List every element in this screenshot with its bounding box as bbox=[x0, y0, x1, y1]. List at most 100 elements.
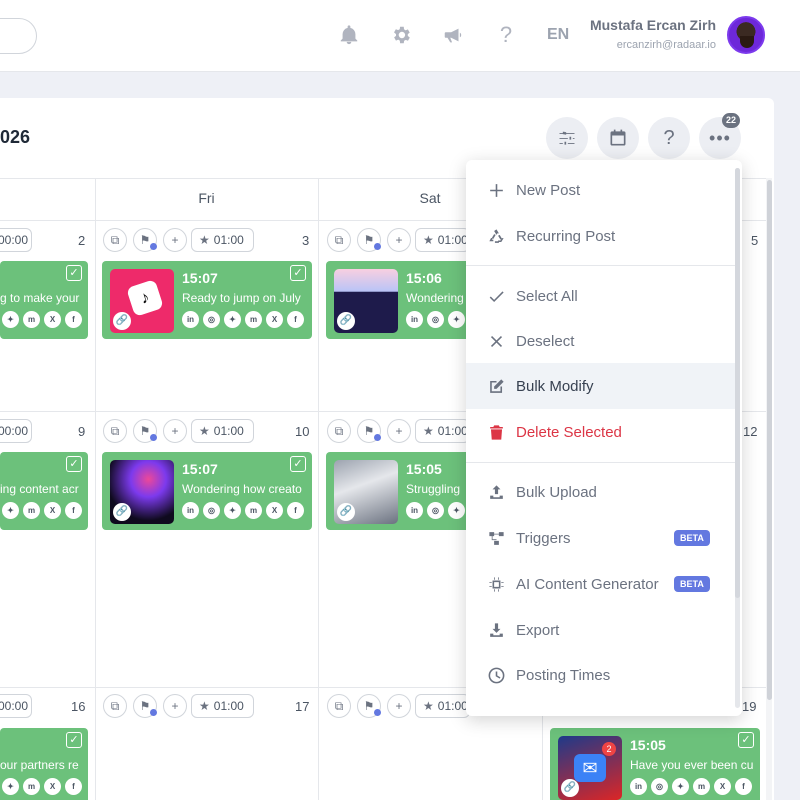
filter-button[interactable] bbox=[546, 117, 588, 159]
calendar-button[interactable] bbox=[597, 117, 639, 159]
status-dot bbox=[374, 434, 381, 441]
posting-time-button[interactable]: ★ 01:00 bbox=[415, 419, 470, 443]
posting-time-button[interactable]: 00:00 bbox=[0, 694, 32, 718]
actions-menu: New Post Recurring Post Select All Desel… bbox=[466, 160, 742, 716]
link-icon: 🔗 bbox=[337, 503, 355, 521]
user-email: ercanzirh@radaar.io bbox=[616, 39, 716, 51]
post-card[interactable]: 🔗 15:05 Struggling in ◎ ✦ bbox=[326, 452, 476, 530]
copy-button[interactable]: ⧉ bbox=[327, 419, 351, 443]
menu-label: Bulk Modify bbox=[516, 377, 594, 395]
time-label: 01:00 bbox=[213, 233, 244, 247]
instagram-icon: ◎ bbox=[203, 311, 220, 328]
star-icon: ★ bbox=[423, 424, 434, 438]
post-time: 15:05 bbox=[406, 461, 442, 477]
check-icon bbox=[486, 286, 506, 306]
bell-icon[interactable] bbox=[336, 22, 362, 48]
menu-item-bulk-modify[interactable]: Bulk Modify bbox=[466, 363, 736, 409]
posting-time-button[interactable]: ★ 01:00 bbox=[191, 228, 254, 252]
posting-time-button[interactable]: ★ 01:00 bbox=[415, 228, 470, 252]
menu-label: Recurring Post bbox=[516, 227, 616, 245]
menu-item-triggers[interactable]: Triggers BETA bbox=[466, 515, 736, 561]
day-number: 12 bbox=[743, 424, 758, 439]
select-checkbox[interactable]: ✓ bbox=[738, 732, 754, 748]
select-checkbox[interactable]: ✓ bbox=[290, 265, 306, 281]
language-selector[interactable]: EN bbox=[547, 26, 569, 44]
trash-icon bbox=[486, 422, 506, 442]
select-checkbox[interactable]: ✓ bbox=[290, 456, 306, 472]
select-checkbox[interactable]: ✓ bbox=[66, 456, 82, 472]
copy-button[interactable]: ⧉ bbox=[327, 694, 351, 718]
link-icon: 🔗 bbox=[337, 312, 355, 330]
menu-item-delete-selected[interactable]: Delete Selected bbox=[466, 409, 736, 455]
link-icon: 🔗 bbox=[113, 503, 131, 521]
search-input[interactable] bbox=[0, 18, 37, 54]
question-icon[interactable]: ? bbox=[493, 22, 519, 48]
post-text: Have you ever been cu bbox=[630, 758, 754, 772]
menu-item-posting-times[interactable]: Posting Times bbox=[466, 652, 736, 698]
post-card[interactable]: ✓ ing content acr ✦ m Xf bbox=[0, 452, 88, 530]
post-card[interactable]: ♪ 🔗 15:07 Ready to jump on July ✓ in ◎ ✦ m X… bbox=[102, 261, 312, 339]
add-post-button[interactable]: + bbox=[163, 228, 187, 252]
day-number: 2 bbox=[78, 233, 86, 248]
menu-item-bulk-upload[interactable]: Bulk Upload bbox=[466, 469, 736, 515]
menu-item-select-all[interactable]: Select All bbox=[466, 273, 736, 319]
user-name[interactable]: Mustafa Ercan Zirh bbox=[590, 17, 716, 33]
post-card[interactable]: 🔗 15:06 Wondering in ◎ ✦ bbox=[326, 261, 476, 339]
post-card[interactable]: ✓ our partners re ✦ m Xf bbox=[0, 728, 88, 800]
instagram-icon: ◎ bbox=[651, 778, 668, 795]
bluesky-icon: ✦ bbox=[448, 502, 465, 519]
menu-item-new-post[interactable]: New Post bbox=[466, 167, 736, 213]
add-post-button[interactable]: + bbox=[387, 228, 411, 252]
select-checkbox[interactable]: ✓ bbox=[66, 732, 82, 748]
post-card[interactable]: ✉ 2 🔗 15:05 Have you ever been cu ✓ in ◎ ✦… bbox=[550, 728, 760, 800]
menu-label: Export bbox=[516, 621, 560, 639]
posting-time-button[interactable]: ★ 01:00 bbox=[415, 694, 470, 718]
status-dot bbox=[150, 243, 157, 250]
day-number: 19 bbox=[742, 699, 757, 714]
copy-button[interactable]: ⧉ bbox=[103, 419, 127, 443]
menu-item-export[interactable]: Export bbox=[466, 607, 736, 653]
add-post-button[interactable]: + bbox=[163, 419, 187, 443]
gear-icon[interactable] bbox=[388, 22, 414, 48]
menu-item-deselect[interactable]: Deselect bbox=[466, 318, 736, 364]
avatar[interactable] bbox=[727, 16, 765, 54]
bluesky-icon: ✦ bbox=[2, 778, 19, 795]
status-dot bbox=[374, 709, 381, 716]
select-checkbox[interactable]: ✓ bbox=[66, 265, 82, 281]
menu-scrollbar[interactable] bbox=[735, 168, 740, 598]
menu-item-ai-content-generator[interactable]: AI Content Generator BETA bbox=[466, 561, 736, 607]
time-label: 00:00 bbox=[0, 233, 29, 247]
copy-button[interactable]: ⧉ bbox=[327, 228, 351, 252]
bluesky-icon: ✦ bbox=[2, 502, 19, 519]
mastodon-icon: m bbox=[245, 311, 262, 328]
workflow-icon bbox=[486, 528, 506, 548]
copy-button[interactable]: ⧉ bbox=[103, 228, 127, 252]
posting-time-button[interactable]: ★ 01:00 bbox=[191, 694, 254, 718]
add-post-button[interactable]: + bbox=[387, 419, 411, 443]
add-post-button[interactable]: + bbox=[163, 694, 187, 718]
edit-icon bbox=[486, 376, 506, 396]
day-header-fri: Fri bbox=[198, 190, 215, 206]
calendar-scrollbar[interactable] bbox=[767, 180, 772, 700]
x-icon: X bbox=[44, 778, 61, 795]
menu-item-recurring-post[interactable]: Recurring Post bbox=[466, 213, 736, 259]
facebook-icon: f bbox=[735, 778, 752, 795]
copy-button[interactable]: ⧉ bbox=[103, 694, 127, 718]
post-time: 15:06 bbox=[406, 270, 442, 286]
post-card[interactable]: ✓ g to make your ✦ m Xf bbox=[0, 261, 88, 339]
star-icon: ★ bbox=[199, 233, 210, 247]
add-post-button[interactable]: + bbox=[387, 694, 411, 718]
time-label: 01:00 bbox=[437, 233, 468, 247]
posting-time-button[interactable]: 00:00 bbox=[0, 419, 32, 443]
beta-badge: BETA bbox=[674, 576, 710, 592]
posting-time-button[interactable]: 00:00 bbox=[0, 228, 32, 252]
mail-icon: ✉ bbox=[574, 754, 606, 782]
facebook-icon: f bbox=[287, 502, 304, 519]
megaphone-icon[interactable] bbox=[440, 22, 466, 48]
posting-time-button[interactable]: ★ 01:00 bbox=[191, 419, 254, 443]
x-icon: X bbox=[266, 311, 283, 328]
notification-badge: 2 bbox=[602, 742, 616, 756]
facebook-icon: f bbox=[287, 311, 304, 328]
post-card[interactable]: 🔗 15:07 Wondering how creato ✓ in ◎ ✦ m Xf bbox=[102, 452, 312, 530]
help-button[interactable]: ? bbox=[648, 117, 690, 159]
